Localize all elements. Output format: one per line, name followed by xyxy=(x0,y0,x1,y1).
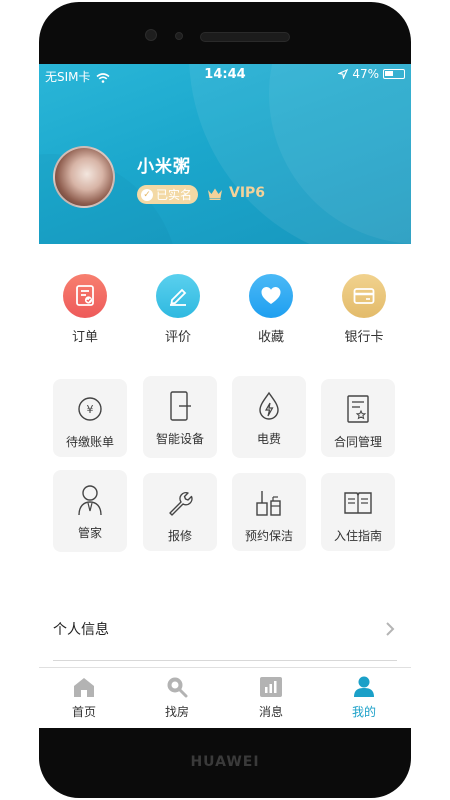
tab-home[interactable]: 首页 xyxy=(54,676,114,720)
earpiece-speaker xyxy=(200,32,290,42)
message-icon xyxy=(260,677,282,697)
battery-icon xyxy=(383,69,405,79)
verified-badge: ✓ 已实名 xyxy=(137,185,199,204)
edit-icon xyxy=(156,274,200,318)
service-label: 待缴账单 xyxy=(65,435,114,449)
service-label: 预约保洁 xyxy=(244,529,293,543)
svg-text:¥: ¥ xyxy=(87,403,94,416)
cleaning-icon xyxy=(232,485,306,521)
service-cleaning[interactable]: 预约保洁 xyxy=(232,473,306,551)
heart-icon xyxy=(249,274,293,318)
verified-label: 已实名 xyxy=(156,188,193,202)
quick-action-label: 收藏 xyxy=(257,330,284,345)
tab-label: 首页 xyxy=(71,705,96,719)
battery-percent: 47% xyxy=(352,67,379,81)
chevron-right-icon xyxy=(386,622,395,636)
yen-icon: ¥ xyxy=(53,391,127,427)
front-camera xyxy=(145,29,157,41)
quick-action-favorites[interactable]: 收藏 xyxy=(236,274,306,345)
quick-action-review[interactable]: 评价 xyxy=(143,274,213,345)
app-screen: 无SIM卡 14:44 47% 小米粥 ✓ 已实名 VIP6 订单 评价 收藏 … xyxy=(39,64,411,728)
quick-action-bank-card[interactable]: 银行卡 xyxy=(329,274,399,345)
service-label: 合同管理 xyxy=(333,435,382,449)
bank-card-icon xyxy=(342,274,386,318)
order-icon xyxy=(63,274,107,318)
electricity-icon xyxy=(232,388,306,424)
guide-book-icon xyxy=(321,485,395,521)
device-brand-logo: HUAWEI xyxy=(190,754,260,770)
search-icon xyxy=(167,677,188,698)
service-check-in-guide[interactable]: 入住指南 xyxy=(321,473,395,551)
tab-messages[interactable]: 消息 xyxy=(241,676,301,720)
personal-info-label: 个人信息 xyxy=(53,622,109,638)
service-contract[interactable]: 合同管理 xyxy=(321,379,395,457)
butler-icon xyxy=(53,482,127,518)
phone-frame: 无SIM卡 14:44 47% 小米粥 ✓ 已实名 VIP6 订单 评价 收藏 … xyxy=(39,2,411,798)
quick-action-order[interactable]: 订单 xyxy=(50,274,120,345)
tab-bar: 首页 找房 消息 我的 xyxy=(39,667,411,728)
tab-label: 消息 xyxy=(258,705,283,719)
contract-icon xyxy=(321,391,395,427)
quick-action-label: 银行卡 xyxy=(344,330,384,345)
tab-mine[interactable]: 我的 xyxy=(334,676,394,720)
quick-action-label: 订单 xyxy=(71,330,98,345)
service-label: 电费 xyxy=(256,432,281,446)
service-smart-device[interactable]: 智能设备 xyxy=(143,376,217,458)
crown-icon xyxy=(208,188,222,200)
home-icon xyxy=(74,678,94,697)
tab-find-house[interactable]: 找房 xyxy=(147,676,207,720)
service-label: 报修 xyxy=(167,529,192,543)
vip-label: VIP6 xyxy=(229,185,266,201)
service-electricity[interactable]: 电费 xyxy=(232,376,306,458)
quick-action-label: 评价 xyxy=(164,330,191,345)
service-butler[interactable]: 管家 xyxy=(53,470,127,552)
divider xyxy=(53,660,397,661)
service-label: 智能设备 xyxy=(155,432,204,446)
tab-label: 我的 xyxy=(351,705,376,719)
tab-label: 找房 xyxy=(164,705,189,719)
avatar[interactable] xyxy=(53,146,115,208)
service-repair[interactable]: 报修 xyxy=(143,473,217,551)
sensor xyxy=(175,32,183,40)
service-pending-bills[interactable]: ¥ 待缴账单 xyxy=(53,379,127,457)
status-bar: 无SIM卡 14:44 47% xyxy=(39,64,411,86)
username: 小米粥 xyxy=(137,157,191,177)
personal-info-row[interactable]: 个人信息 xyxy=(53,609,397,651)
smart-device-icon xyxy=(143,388,217,424)
verified-check-icon: ✓ xyxy=(141,188,153,201)
wrench-icon xyxy=(143,485,217,521)
service-label: 管家 xyxy=(77,526,102,540)
location-arrow-icon xyxy=(338,69,349,79)
vip-badge[interactable]: VIP6 xyxy=(207,185,265,201)
profile-header: 无SIM卡 14:44 47% 小米粥 ✓ 已实名 VIP6 xyxy=(39,64,411,244)
status-right: 47% xyxy=(338,67,405,81)
service-label: 入住指南 xyxy=(333,529,382,543)
user-icon xyxy=(354,676,374,697)
